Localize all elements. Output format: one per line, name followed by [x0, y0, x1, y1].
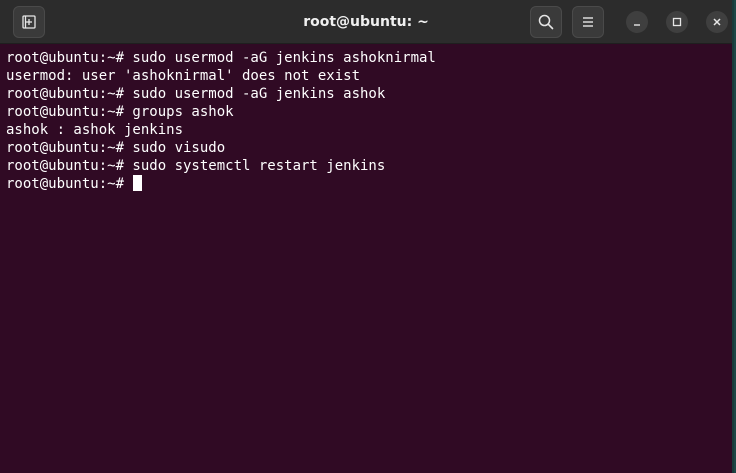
search-icon: [538, 14, 554, 30]
desktop-background: root@ubuntu: ~ root@ubuntu:~# sudo userm…: [0, 0, 736, 473]
menu-button[interactable]: [572, 6, 604, 38]
text-cursor: [133, 175, 143, 191]
terminal-line: root@ubuntu:~# sudo usermod -aG jenkins …: [6, 86, 386, 102]
close-icon: [712, 17, 722, 27]
terminal-line: root@ubuntu:~# groups ashok: [6, 104, 234, 120]
search-button[interactable]: [530, 6, 562, 38]
window-title: root@ubuntu: ~: [303, 14, 429, 30]
terminal-prompt: root@ubuntu:~#: [6, 176, 133, 192]
terminal-prompt-line[interactable]: root@ubuntu:~#: [6, 175, 726, 193]
new-tab-button[interactable]: [13, 6, 45, 38]
terminal-window[interactable]: root@ubuntu: ~ root@ubuntu:~# sudo userm…: [0, 0, 734, 473]
terminal-output[interactable]: root@ubuntu:~# sudo usermod -aG jenkins …: [0, 44, 732, 473]
minimize-icon: [632, 17, 642, 27]
terminal-line: root@ubuntu:~# sudo usermod -aG jenkins …: [6, 50, 436, 66]
terminal-line: root@ubuntu:~# sudo visudo: [6, 140, 226, 156]
maximize-button[interactable]: [666, 11, 688, 33]
new-tab-icon: [22, 15, 36, 29]
minimize-button[interactable]: [626, 11, 648, 33]
title-bar[interactable]: root@ubuntu: ~: [0, 0, 732, 44]
close-button[interactable]: [706, 11, 728, 33]
maximize-icon: [672, 17, 682, 27]
terminal-line: root@ubuntu:~# sudo systemctl restart je…: [6, 158, 386, 174]
terminal-line: ashok : ashok jenkins: [6, 122, 184, 138]
terminal-line: usermod: user 'ashoknirmal' does not exi…: [6, 68, 361, 84]
hamburger-menu-icon: [582, 16, 594, 28]
